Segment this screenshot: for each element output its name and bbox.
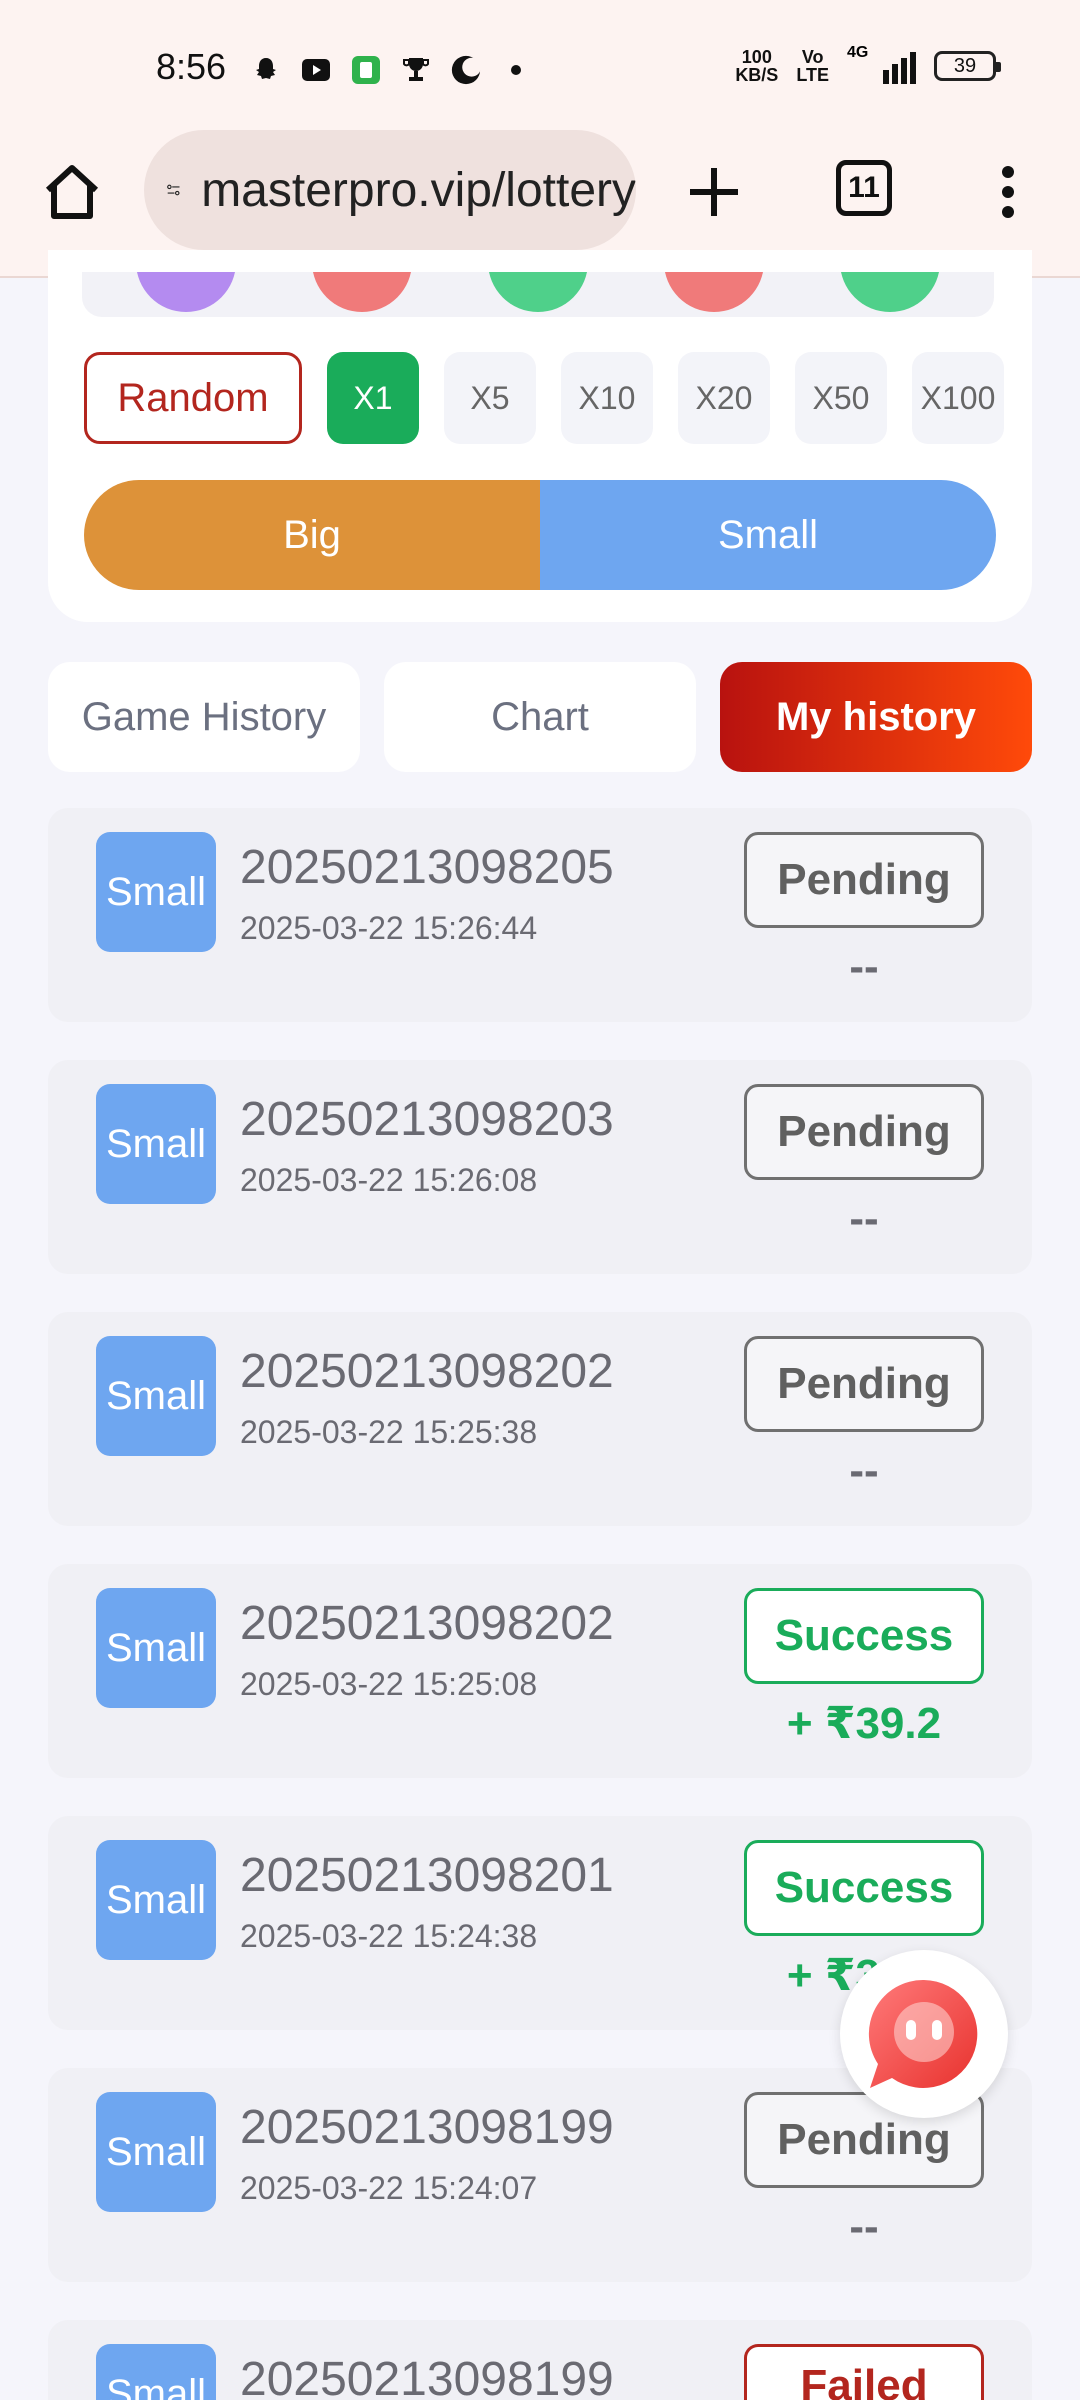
- period-number: 20250213098201: [240, 1849, 614, 1902]
- system-status-icons: 100 KB/S Vo LTE 4G 39: [735, 44, 1001, 84]
- random-button[interactable]: Random: [84, 352, 302, 444]
- address-bar[interactable]: masterpro.vip/lottery: [144, 130, 636, 250]
- bet-type-badge: Small: [96, 832, 216, 952]
- multiplier-x1-button[interactable]: X1: [327, 352, 419, 444]
- small-button[interactable]: Small: [540, 480, 996, 590]
- status-badge: Success: [744, 1840, 984, 1936]
- history-row[interactable]: Small 20250213098205 2025-03-22 15:26:44…: [48, 808, 1032, 1022]
- chat-bubble-icon: [868, 1979, 978, 2088]
- period-number: 20250213098199: [240, 2101, 614, 2154]
- tab-count: 11: [848, 171, 880, 204]
- bet-time: 2025-03-22 15:24:07: [240, 2170, 538, 2206]
- support-chat-button[interactable]: [840, 1950, 1008, 2118]
- battery-indicator: 39: [934, 51, 1001, 81]
- number-ball[interactable]: [664, 272, 764, 312]
- status-badge: Pending: [744, 1084, 984, 1180]
- bet-type-badge: Small: [96, 1084, 216, 1204]
- multiplier-x100-button[interactable]: X100: [912, 352, 1004, 444]
- number-ball[interactable]: [488, 272, 588, 312]
- volte-bottom: LTE: [796, 65, 829, 85]
- status-bar: 8:56 100 KB/S Vo LTE 4G 39: [0, 0, 1080, 140]
- history-row[interactable]: Small 20250213098202 2025-03-22 15:25:08…: [48, 1564, 1032, 1778]
- win-amount: --: [849, 942, 879, 991]
- number-ball[interactable]: [312, 272, 412, 312]
- bet-time: 2025-03-22 15:25:38: [240, 1414, 538, 1450]
- app-icon: [350, 54, 382, 86]
- bet-type-badge: Small: [96, 1840, 216, 1960]
- volte-top: Vo: [801, 47, 824, 67]
- tab-my-history[interactable]: My history: [720, 662, 1032, 772]
- history-row[interactable]: Small 20250213098202 2025-03-22 15:25:38…: [48, 1312, 1032, 1526]
- status-badge: Success: [744, 1588, 984, 1684]
- net-speed-value: 100: [741, 47, 772, 67]
- win-amount: --: [849, 1194, 879, 1243]
- period-number: 20250213098203: [240, 1093, 614, 1146]
- big-small-selector: Big Small: [84, 480, 996, 590]
- bet-time: 2025-03-22 15:25:08: [240, 1666, 538, 1702]
- win-amount: + ₹39.2: [786, 1699, 942, 1748]
- status-badge: Pending: [744, 832, 984, 928]
- bet-type-label: Small: [105, 2371, 207, 2400]
- multiplier-x50-button[interactable]: X50: [795, 352, 887, 444]
- period-number: 20250213098199: [240, 2353, 614, 2400]
- bet-type-badge: Small: [96, 1588, 216, 1708]
- battery-level: 39: [953, 54, 977, 77]
- period-number: 20250213098205: [240, 841, 614, 894]
- bet-time: 2025-03-22 15:26:44: [240, 910, 538, 946]
- status-badge: Failed: [744, 2344, 984, 2400]
- trophy-icon: [400, 54, 432, 86]
- status-badge: Pending: [744, 1336, 984, 1432]
- notification-icons: [250, 50, 532, 90]
- number-balls-strip: [82, 272, 994, 317]
- moon-icon: [450, 54, 482, 86]
- history-row[interactable]: Small 20250213098203 2025-03-22 15:26:08…: [48, 1060, 1032, 1274]
- dot-icon: [500, 54, 532, 86]
- new-tab-icon[interactable]: [682, 160, 746, 224]
- period-number: 20250213098202: [240, 1597, 614, 1650]
- tab-switcher-button[interactable]: 11: [836, 160, 892, 216]
- network-type: 4G: [847, 44, 869, 61]
- more-options-icon[interactable]: [976, 160, 1040, 224]
- tab-chart[interactable]: Chart: [384, 662, 696, 772]
- big-button[interactable]: Big: [84, 480, 540, 590]
- net-speed-unit: KB/S: [735, 65, 779, 85]
- multiplier-row: Random X1 X5 X10 X20 X50 X100: [84, 352, 1004, 444]
- win-amount: --: [849, 1446, 879, 1495]
- volte-indicator: Vo LTE: [796, 48, 829, 84]
- home-icon[interactable]: [40, 160, 104, 224]
- status-time: 8:56: [156, 46, 227, 87]
- multiplier-x20-button[interactable]: X20: [678, 352, 770, 444]
- snapchat-icon: [250, 54, 282, 86]
- bet-panel: Random X1 X5 X10 X20 X50 X100 Big Small: [48, 250, 1032, 622]
- history-row[interactable]: Small 20250213098199 Failed: [48, 2320, 1032, 2400]
- youtube-icon: [300, 54, 332, 86]
- multiplier-x10-button[interactable]: X10: [561, 352, 653, 444]
- bet-time: 2025-03-22 15:26:08: [240, 1162, 538, 1198]
- url-text: masterpro.vip/lottery: [201, 163, 636, 217]
- multiplier-x5-button[interactable]: X5: [444, 352, 536, 444]
- win-amount: --: [849, 2202, 879, 2251]
- number-ball[interactable]: [136, 272, 236, 312]
- tab-game-history[interactable]: Game History: [48, 662, 360, 772]
- bet-type-badge: Small: [96, 2092, 216, 2212]
- signal-icon: 4G: [847, 44, 916, 84]
- number-ball[interactable]: [840, 272, 940, 312]
- bet-time: 2025-03-22 15:24:38: [240, 1918, 538, 1954]
- site-settings-icon[interactable]: [166, 163, 181, 217]
- bet-type-badge: Small: [96, 1336, 216, 1456]
- period-number: 20250213098202: [240, 1345, 614, 1398]
- net-speed: 100 KB/S: [735, 48, 778, 84]
- bet-type-badge: Small: [96, 2344, 216, 2400]
